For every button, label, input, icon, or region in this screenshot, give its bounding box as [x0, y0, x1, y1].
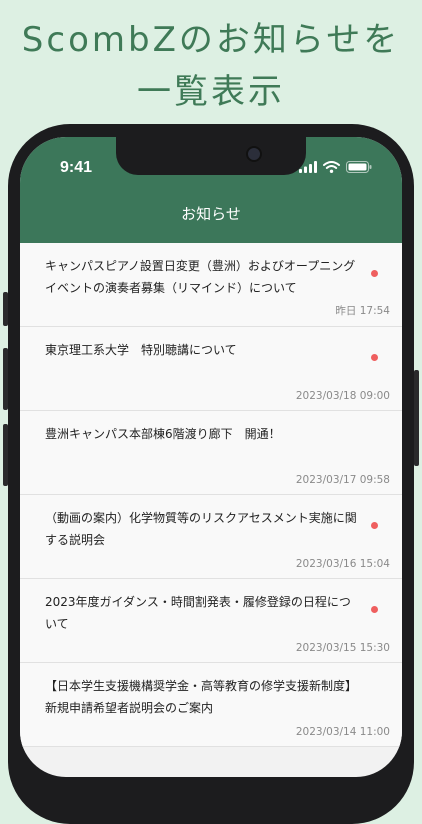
promo-headline-line2: 一覧表示: [137, 72, 285, 112]
promo-headline: ScombZのお知らせを 一覧表示: [0, 14, 422, 118]
nav-title: お知らせ: [181, 205, 241, 223]
notification-item[interactable]: （動画の案内）化学物質等のリスクアセスメント実施に関する説明会 2023/03/…: [20, 495, 402, 579]
notification-title: 東京理工系大学 特別聴講について: [45, 343, 237, 357]
notification-date: 2023/03/16 15:04: [295, 558, 390, 570]
phone-screen: 9:41 お知らせ キャンパスピアノ設置日変更（豊洲）およびオープニングイベント…: [20, 137, 402, 777]
signal-icon: [299, 161, 317, 173]
notification-item[interactable]: キャンパスピアノ設置日変更（豊洲）およびオープニングイベントの演奏者募集（リマイ…: [20, 243, 402, 327]
notification-title: （動画の案内）化学物質等のリスクアセスメント実施に関する説明会: [45, 511, 357, 547]
mute-switch: [3, 292, 8, 326]
notification-item[interactable]: 豊洲キャンパス本部棟6階渡り廊下 開通！ 2023/03/17 09:58: [20, 411, 402, 495]
unread-dot-icon: [371, 354, 378, 361]
notification-date: 2023/03/18 09:00: [295, 390, 390, 402]
unread-dot-icon: [371, 606, 378, 613]
unread-dot-icon: [371, 522, 378, 529]
volume-up-button: [3, 348, 8, 410]
notification-title: 2023年度ガイダンス・時間割発表・履修登録の日程について: [45, 595, 351, 631]
notification-date: 昨日 17:54: [335, 305, 390, 317]
status-time: 9:41: [60, 159, 93, 176]
battery-icon: [346, 161, 372, 173]
notification-list: キャンパスピアノ設置日変更（豊洲）およびオープニングイベントの演奏者募集（リマイ…: [20, 243, 402, 747]
notification-item[interactable]: 2023年度ガイダンス・時間割発表・履修登録の日程について 2023/03/15…: [20, 579, 402, 663]
notification-date: 2023/03/17 09:58: [295, 474, 390, 486]
notification-date: 2023/03/15 15:30: [295, 642, 390, 654]
camera-icon: [246, 146, 262, 162]
notification-title: キャンパスピアノ設置日変更（豊洲）およびオープニングイベントの演奏者募集（リマイ…: [45, 259, 356, 295]
status-icons: [299, 161, 372, 173]
promo-headline-line1: ScombZのお知らせを: [21, 20, 401, 60]
unread-dot-icon: [371, 270, 378, 277]
volume-down-button: [3, 424, 8, 486]
notification-title: 豊洲キャンパス本部棟6階渡り廊下 開通！: [45, 427, 281, 441]
notification-title: 【日本学生支援機構奨学金・高等教育の修学支援新制度】 新規申請希望者説明会のご案…: [45, 679, 364, 715]
notification-item[interactable]: 東京理工系大学 特別聴講について 2023/03/18 09:00: [20, 327, 402, 411]
notification-date: 2023/03/14 11:00: [295, 726, 390, 738]
nav-bar: 9:41 お知らせ: [20, 137, 402, 243]
dynamic-notch: [116, 137, 306, 175]
notification-item[interactable]: 【日本学生支援機構奨学金・高等教育の修学支援新制度】 新規申請希望者説明会のご案…: [20, 663, 402, 747]
wifi-icon: [323, 161, 340, 173]
side-button: [414, 370, 419, 466]
